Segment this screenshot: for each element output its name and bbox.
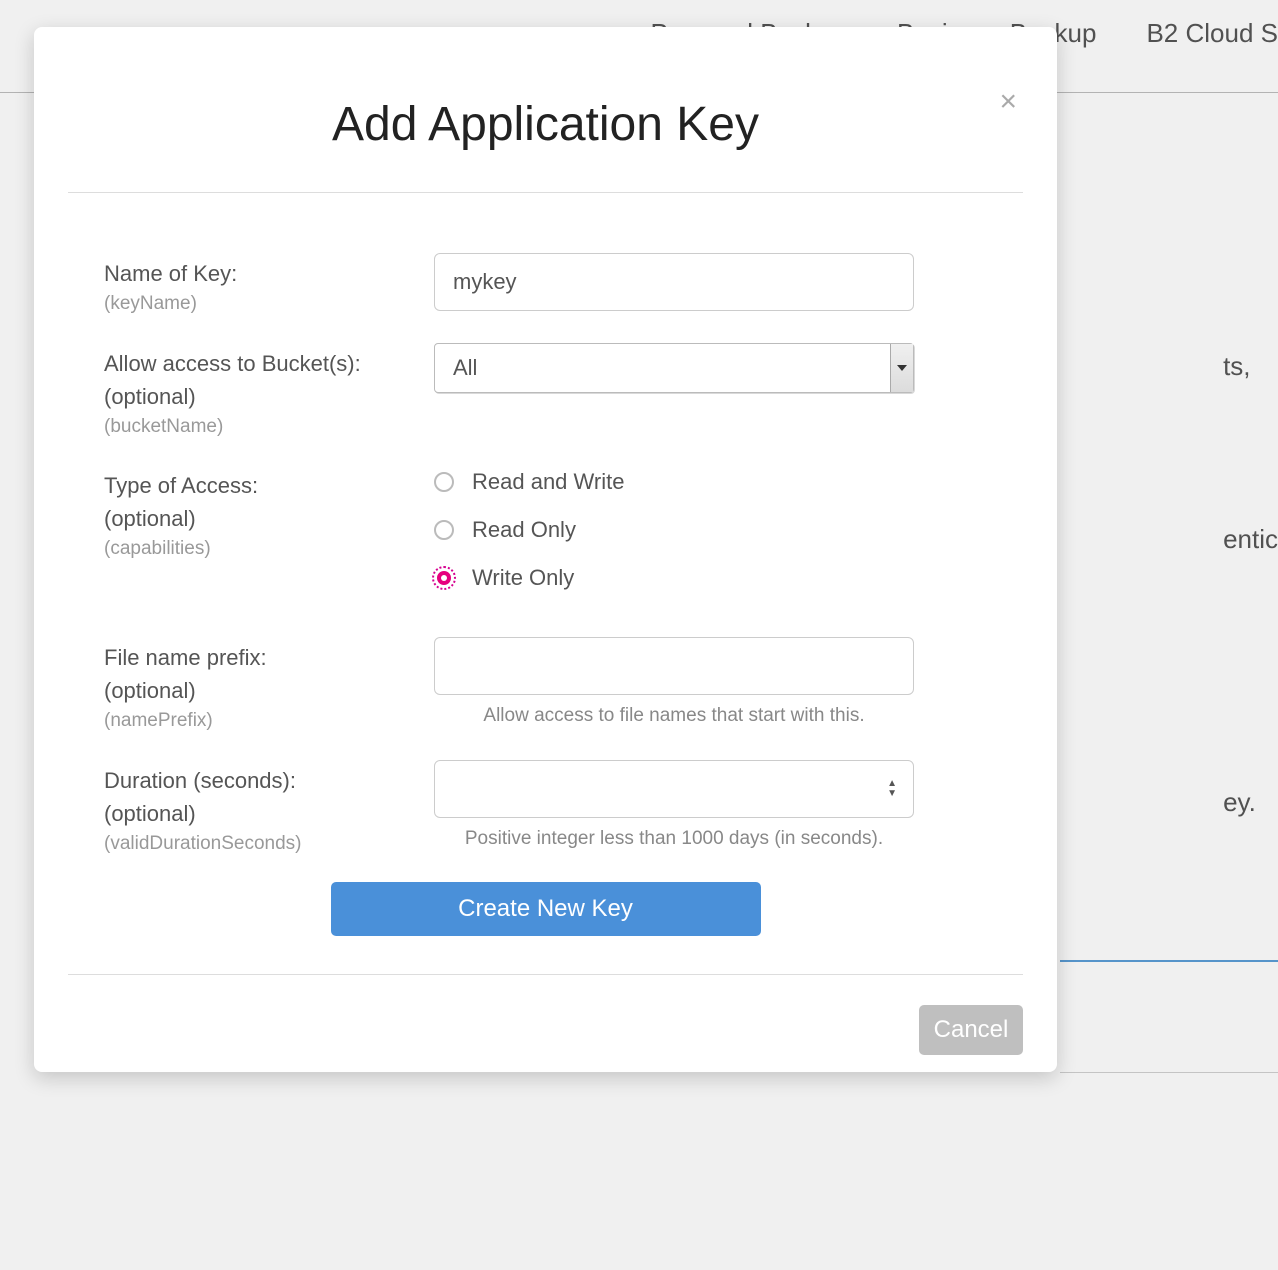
chevron-down-icon[interactable] — [890, 344, 913, 392]
file-prefix-input[interactable] — [434, 637, 914, 695]
radio-read-write-label: Read and Write — [472, 469, 624, 495]
radio-read-only[interactable] — [434, 520, 454, 540]
key-name-input[interactable] — [434, 253, 914, 311]
create-new-key-button[interactable]: Create New Key — [331, 882, 761, 936]
file-prefix-help: Allow access to file names that start wi… — [434, 705, 914, 727]
radio-write-only[interactable] — [434, 568, 454, 588]
duration-optional: (optional) — [104, 801, 196, 826]
add-application-key-dialog: × Add Application Key Name of Key: (keyN… — [34, 27, 1057, 1072]
duration-help: Positive integer less than 1000 days (in… — [434, 828, 914, 850]
access-type-tech: (capabilities) — [104, 535, 434, 564]
cancel-button[interactable]: Cancel — [919, 1005, 1023, 1055]
radio-read-write[interactable] — [434, 472, 454, 492]
file-prefix-optional: (optional) — [104, 678, 196, 703]
radio-write-only-label: Write Only — [472, 565, 574, 591]
duration-input[interactable]: ▲▼ — [434, 760, 914, 818]
dialog-title: Add Application Key — [34, 97, 1057, 152]
name-of-key-tech: (keyName) — [104, 290, 434, 319]
bucket-access-tech: (bucketName) — [104, 413, 434, 442]
duration-label: Duration (seconds): — [104, 768, 296, 793]
file-prefix-tech: (namePrefix) — [104, 707, 434, 736]
duration-tech: (validDurationSeconds) — [104, 830, 434, 859]
stepper-icon[interactable]: ▲▼ — [887, 779, 897, 799]
access-type-label: Type of Access: — [104, 473, 258, 498]
name-of-key-label: Name of Key: — [104, 261, 237, 286]
close-icon[interactable]: × — [999, 87, 1017, 117]
bucket-access-label: Allow access to Bucket(s): — [104, 351, 361, 376]
access-type-optional: (optional) — [104, 506, 196, 531]
bucket-access-optional: (optional) — [104, 384, 196, 409]
bucket-select[interactable]: All — [434, 343, 914, 393]
bucket-select-value: All — [453, 355, 477, 381]
radio-read-only-label: Read Only — [472, 517, 576, 543]
file-prefix-label: File name prefix: — [104, 645, 267, 670]
